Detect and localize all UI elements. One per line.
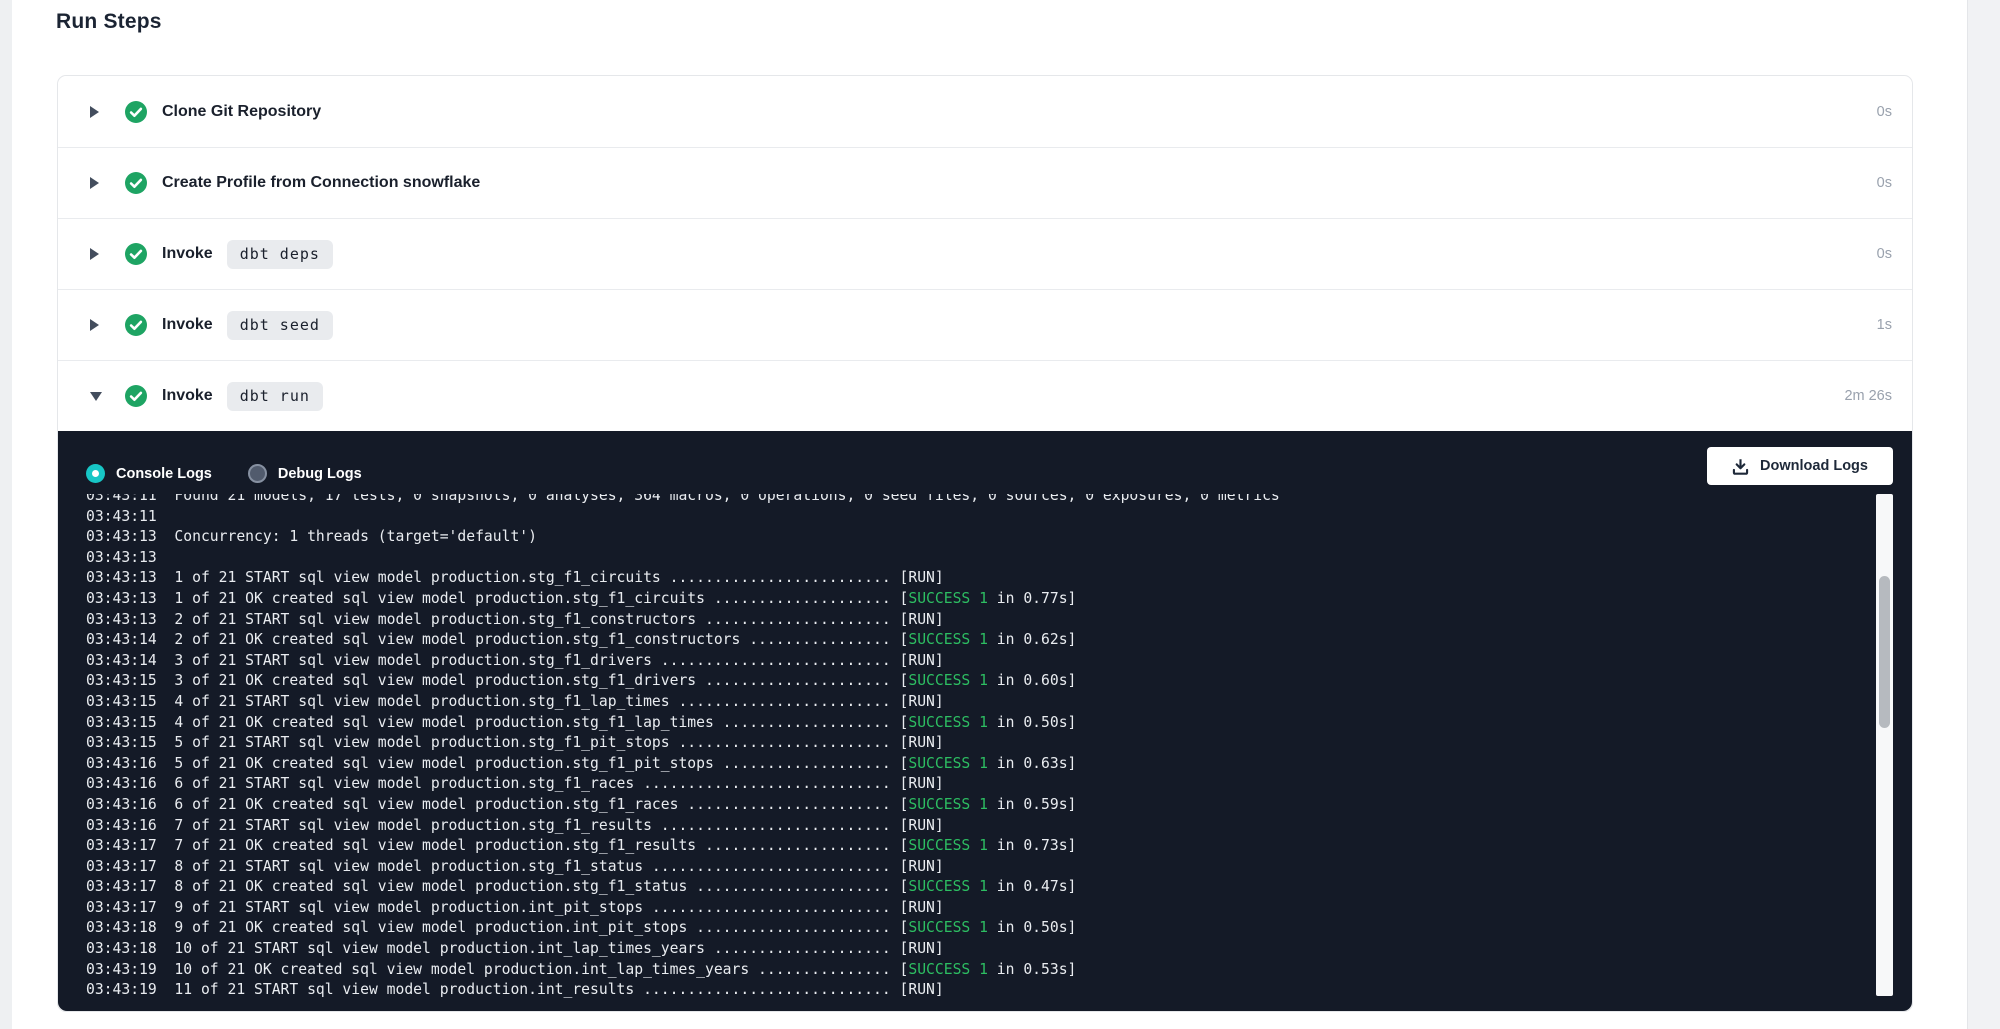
download-logs-button[interactable]: Download Logs	[1707, 447, 1893, 485]
log-line: 03:43:13 2 of 21 START sql view model pr…	[86, 610, 1912, 631]
check-circle-icon	[125, 101, 147, 123]
step-duration: 0s	[1877, 104, 1892, 120]
check-circle-icon	[125, 314, 147, 336]
download-logs-label: Download Logs	[1760, 458, 1868, 474]
chevron-right-icon[interactable]	[90, 106, 104, 118]
debug-logs-label: Debug Logs	[278, 466, 362, 482]
radio-selected-icon[interactable]	[86, 464, 105, 483]
step-command-badge: dbt deps	[227, 240, 333, 269]
run-step-row-dbt-deps[interactable]: Invoke dbt deps 0s	[58, 218, 1912, 289]
chevron-right-icon[interactable]	[90, 177, 104, 189]
page-right-gutter	[1967, 0, 2000, 1029]
step-duration: 2m 26s	[1844, 388, 1892, 404]
step-duration: 1s	[1877, 317, 1892, 333]
debug-logs-radio[interactable]: Debug Logs	[248, 464, 362, 483]
step-label: Clone Git Repository	[162, 103, 321, 121]
log-line: 03:43:15 3 of 21 OK created sql view mod…	[86, 671, 1912, 692]
console-log-output[interactable]: 03:43:11 Found 21 models, 17 tests, 0 sn…	[58, 494, 1912, 1011]
console-log-output-content: 03:43:11 Found 21 models, 17 tests, 0 sn…	[58, 494, 1912, 1001]
step-command-badge: dbt seed	[227, 311, 333, 340]
log-line: 03:43:15 4 of 21 START sql view model pr…	[86, 692, 1912, 713]
check-circle-icon	[125, 172, 147, 194]
chevron-right-icon[interactable]	[90, 319, 104, 331]
log-line: 03:43:11	[86, 507, 1912, 528]
chevron-down-icon[interactable]	[90, 392, 104, 401]
console-scrollbar-thumb[interactable]	[1879, 576, 1890, 728]
check-circle-icon	[125, 385, 147, 407]
log-line: 03:43:14 3 of 21 START sql view model pr…	[86, 651, 1912, 672]
log-line: 03:43:19 10 of 21 OK created sql view mo…	[86, 960, 1912, 981]
log-line: 03:43:13	[86, 548, 1912, 569]
page-left-gutter	[0, 0, 12, 1029]
run-step-row-clone-git-repository[interactable]: Clone Git Repository 0s	[58, 76, 1912, 147]
console-scrollbar[interactable]	[1876, 494, 1893, 996]
log-type-radio-group: Console Logs Debug Logs	[86, 464, 362, 483]
log-line: 03:43:17 7 of 21 OK created sql view mod…	[86, 836, 1912, 857]
step-label: Invoke	[162, 245, 213, 263]
log-line: 03:43:17 9 of 21 START sql view model pr…	[86, 898, 1912, 919]
log-line: 03:43:17 8 of 21 START sql view model pr…	[86, 857, 1912, 878]
console-logs-radio[interactable]: Console Logs	[86, 464, 212, 483]
console-panel: Console Logs Debug Logs Download Logs 03…	[58, 431, 1912, 1011]
log-line: 03:43:13 1 of 21 START sql view model pr…	[86, 568, 1912, 589]
step-label: Invoke	[162, 316, 213, 334]
log-line: 03:43:16 5 of 21 OK created sql view mod…	[86, 754, 1912, 775]
log-line: 03:43:15 5 of 21 START sql view model pr…	[86, 733, 1912, 754]
log-line: 03:43:13 Concurrency: 1 threads (target=…	[86, 527, 1912, 548]
chevron-right-icon[interactable]	[90, 248, 104, 260]
step-duration: 0s	[1877, 175, 1892, 191]
run-step-row-create-profile[interactable]: Create Profile from Connection snowflake…	[58, 147, 1912, 218]
step-duration: 0s	[1877, 246, 1892, 262]
log-line: 03:43:14 2 of 21 OK created sql view mod…	[86, 630, 1912, 651]
run-steps-card: Clone Git Repository 0s Create Profile f…	[57, 75, 1913, 1012]
log-line: 03:43:18 10 of 21 START sql view model p…	[86, 939, 1912, 960]
step-label: Invoke	[162, 387, 213, 405]
log-line: 03:43:11 Found 21 models, 17 tests, 0 sn…	[86, 494, 1912, 507]
log-line: 03:43:16 6 of 21 START sql view model pr…	[86, 774, 1912, 795]
radio-unselected-icon[interactable]	[248, 464, 267, 483]
step-label: Create Profile from Connection snowflake	[162, 174, 480, 192]
download-icon	[1732, 458, 1749, 475]
log-line: 03:43:18 9 of 21 OK created sql view mod…	[86, 918, 1912, 939]
run-step-row-dbt-run[interactable]: Invoke dbt run 2m 26s	[58, 360, 1912, 431]
log-line: 03:43:16 7 of 21 START sql view model pr…	[86, 816, 1912, 837]
check-circle-icon	[125, 243, 147, 265]
page-title: Run Steps	[56, 10, 162, 34]
log-line: 03:43:19 11 of 21 START sql view model p…	[86, 980, 1912, 1001]
step-command-badge: dbt run	[227, 382, 323, 411]
run-step-row-dbt-seed[interactable]: Invoke dbt seed 1s	[58, 289, 1912, 360]
log-line: 03:43:16 6 of 21 OK created sql view mod…	[86, 795, 1912, 816]
log-line: 03:43:17 8 of 21 OK created sql view mod…	[86, 877, 1912, 898]
log-line: 03:43:15 4 of 21 OK created sql view mod…	[86, 713, 1912, 734]
console-logs-label: Console Logs	[116, 466, 212, 482]
log-line: 03:43:13 1 of 21 OK created sql view mod…	[86, 589, 1912, 610]
